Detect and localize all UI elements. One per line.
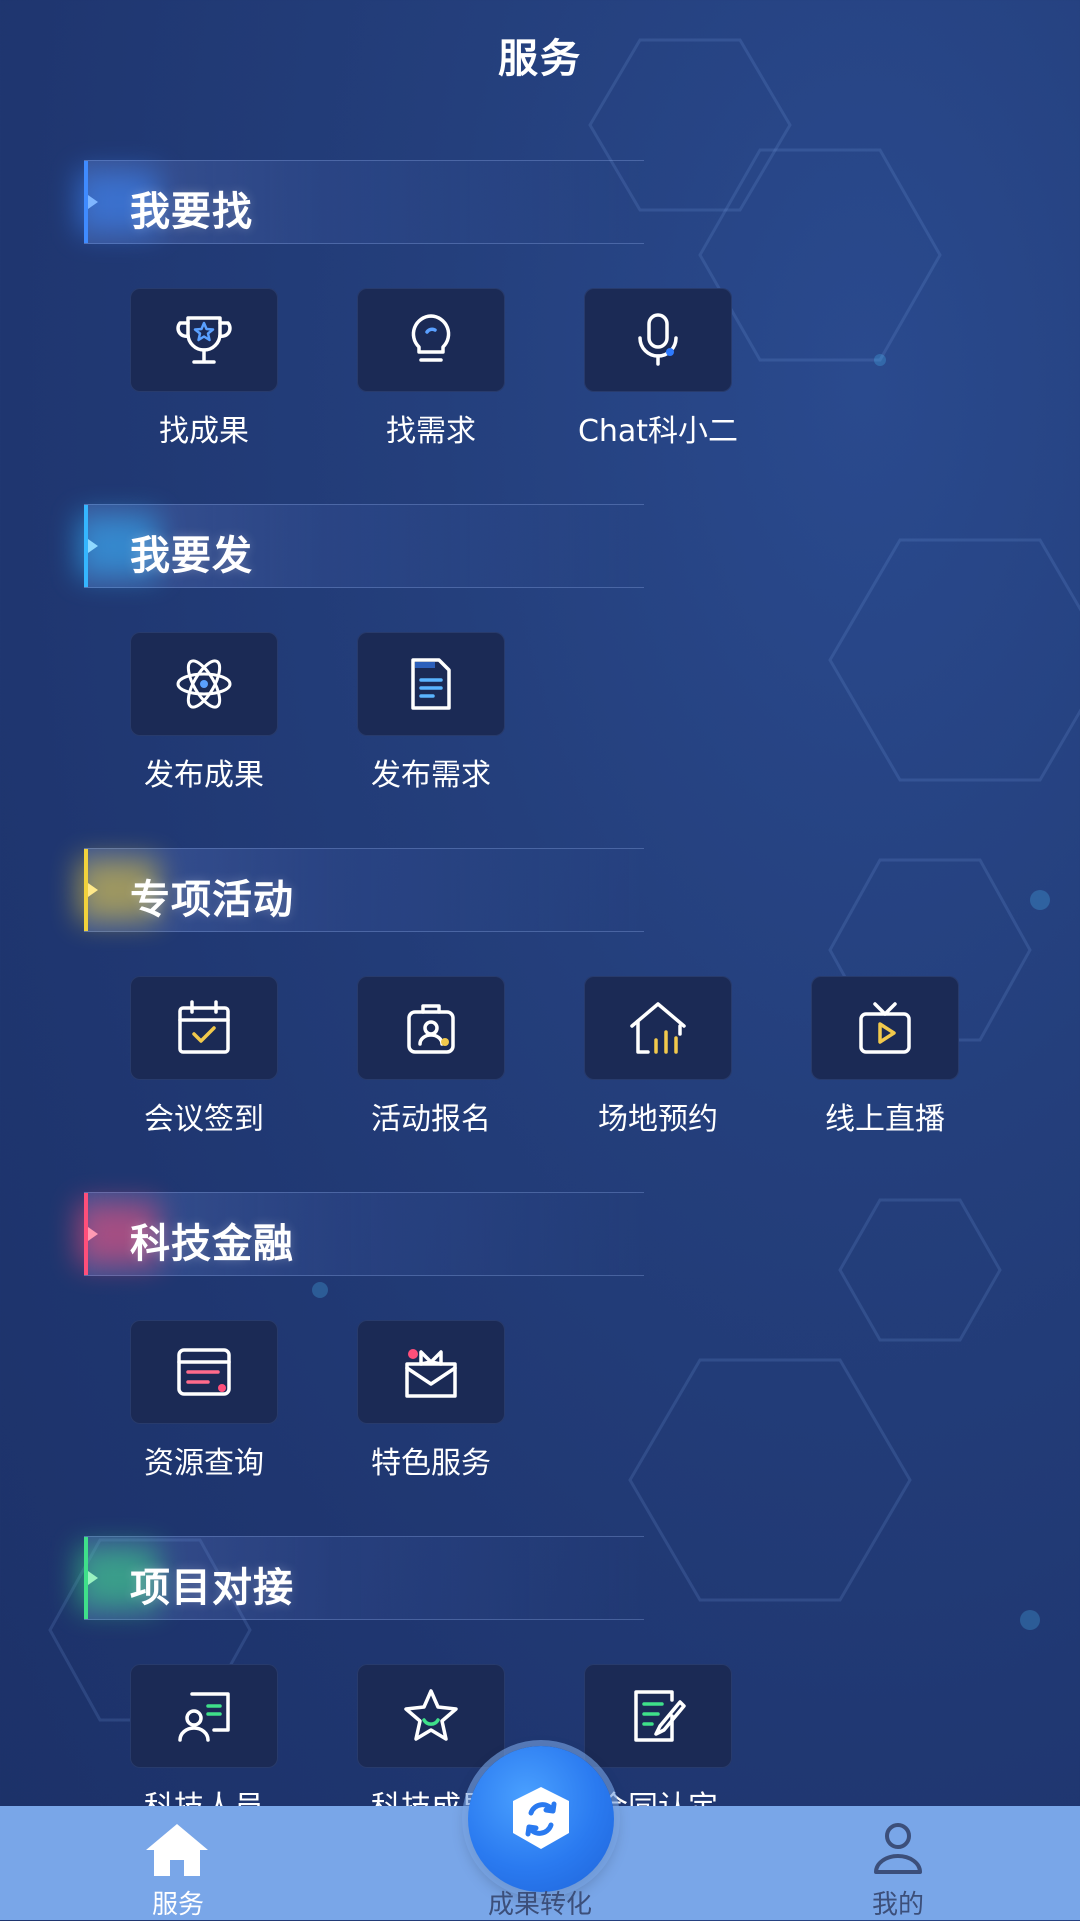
item-resource-query[interactable]: 资源查询 xyxy=(100,1320,280,1490)
tab-label: 服务 xyxy=(151,1890,204,1920)
star-icon xyxy=(404,1689,458,1741)
tab-label[interactable]: 成果转化 xyxy=(440,1884,640,1921)
section-title: 专项活动 xyxy=(130,877,294,923)
item-label: 特色服务 xyxy=(371,1446,491,1481)
item-chat-assistant[interactable]: Chat科小二 xyxy=(554,288,738,458)
section-title: 科技金融 xyxy=(130,1221,294,1267)
trophy-icon xyxy=(176,316,232,364)
venue-chart-icon xyxy=(630,1002,686,1054)
section-header: 我要发 xyxy=(78,504,644,588)
user-icon xyxy=(874,1823,922,1874)
section-title: 项目对接 xyxy=(130,1565,294,1611)
item-activity-signup[interactable]: 活动报名 xyxy=(327,976,507,1146)
tab-label: 我的 xyxy=(871,1890,924,1920)
calendar-check-icon xyxy=(178,1000,230,1054)
section-header: 我要找 xyxy=(78,160,644,244)
badge-icon xyxy=(407,1004,455,1054)
item-find-achievement[interactable]: 找成果 xyxy=(100,288,280,458)
tv-play-icon xyxy=(859,1002,911,1054)
tab-service[interactable]: 服务 xyxy=(98,1806,258,1920)
section-title: 我要发 xyxy=(130,533,253,579)
item-label: 找需求 xyxy=(386,414,476,449)
item-find-demand[interactable]: 找需求 xyxy=(327,288,507,458)
gift-icon xyxy=(405,1349,457,1398)
page-title: 服务 xyxy=(498,36,582,82)
item-label: 发布需求 xyxy=(371,758,491,793)
section-header: 专项活动 xyxy=(78,848,644,932)
item-live-stream[interactable]: 线上直播 xyxy=(781,976,961,1146)
item-label: 线上直播 xyxy=(825,1102,945,1137)
section-title: 我要找 xyxy=(130,189,253,235)
person-board-icon xyxy=(178,1692,230,1742)
item-label: 发布成果 xyxy=(144,758,264,793)
item-meeting-checkin[interactable]: 会议签到 xyxy=(100,976,280,1146)
microphone-icon xyxy=(638,313,678,366)
section-header: 项目对接 xyxy=(78,1536,644,1620)
exchange-icon xyxy=(513,1787,569,1849)
card-list-icon xyxy=(177,1348,231,1396)
item-label: 场地预约 xyxy=(598,1102,718,1137)
item-special-service[interactable]: 特色服务 xyxy=(327,1320,507,1490)
item-label: 找成果 xyxy=(159,414,249,449)
tab-mine[interactable]: 我的 xyxy=(818,1806,978,1920)
item-label: 资源查询 xyxy=(144,1446,264,1481)
section-header: 科技金融 xyxy=(78,1192,644,1276)
item-publish-achievement[interactable]: 发布成果 xyxy=(100,632,280,802)
item-venue-booking[interactable]: 场地预约 xyxy=(554,976,734,1146)
item-label: Chat科小二 xyxy=(577,414,739,449)
center-exchange-button[interactable] xyxy=(468,1746,614,1892)
lightbulb-icon xyxy=(411,314,451,362)
item-label: 活动报名 xyxy=(371,1102,491,1137)
edit-doc-icon xyxy=(634,1690,686,1742)
home-icon xyxy=(146,1824,208,1876)
item-publish-demand[interactable]: 发布需求 xyxy=(327,632,507,802)
document-icon xyxy=(411,658,451,710)
atom-icon xyxy=(176,659,232,709)
item-label: 会议签到 xyxy=(144,1102,264,1137)
